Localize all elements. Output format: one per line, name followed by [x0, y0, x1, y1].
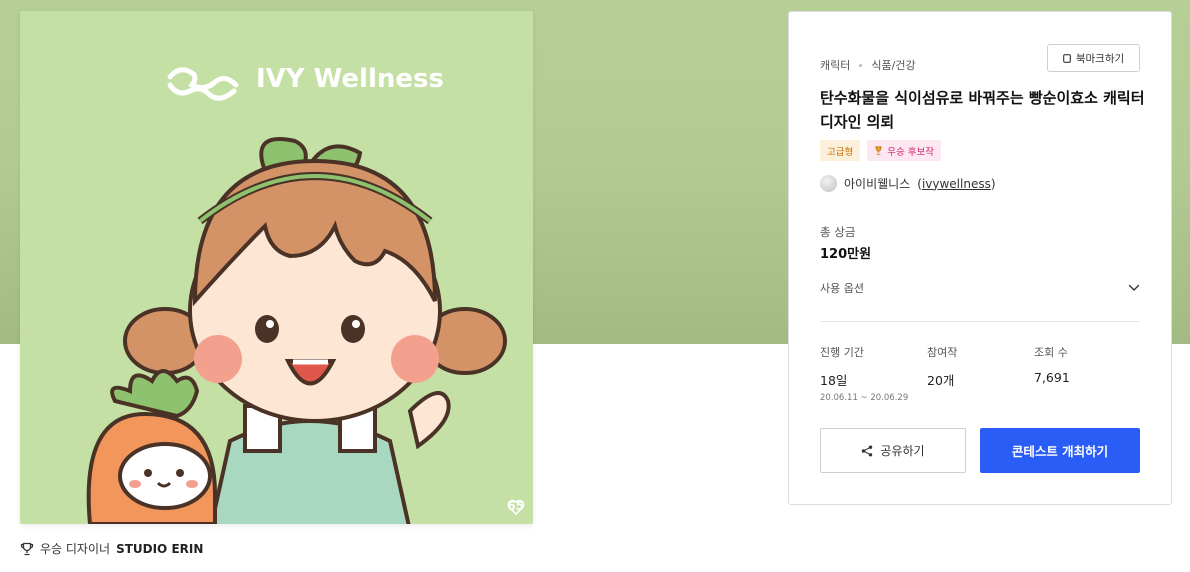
award-badge: 우승 후보작 [867, 140, 941, 161]
stat-views-value: 7,691 [1034, 370, 1070, 385]
bookmark-button[interactable]: 북마크하기 [1047, 44, 1140, 72]
owner-close-paren: ) [990, 176, 996, 191]
like-counter[interactable]: 65 [507, 499, 525, 515]
breadcrumb-separator [859, 63, 863, 67]
stat-entries-value: 20개 [927, 373, 955, 388]
award-badge-label: 우승 후보작 [887, 146, 934, 158]
share-icon [862, 445, 873, 456]
stat-views-label: 조회 수 [1034, 346, 1068, 359]
share-label: 공유하기 [880, 444, 925, 458]
contest-info-card: 캐릭터 식품/건강 북마크하기 탄수화물을 식이섬유로 바꿔주는 빵순이효소 캐… [788, 11, 1172, 505]
stat-period: 진행 기간 18일 20.06.11 ~ 20.06.29 [820, 344, 908, 403]
breadcrumb-category[interactable]: 캐릭터 [820, 57, 850, 73]
winner-name[interactable]: STUDIO ERIN [116, 542, 203, 556]
avatar [820, 175, 837, 192]
prize-label: 총 상금 [820, 225, 856, 239]
winner-label: 우승 디자이너 [40, 542, 111, 556]
usage-options-toggle[interactable]: 사용 옵션 [820, 279, 1140, 297]
logo-text: IVY Wellness [256, 64, 444, 94]
owner-handle[interactable]: ivywellness [922, 177, 991, 191]
character-illustration: IVY Wellness [86, 64, 507, 524]
host-contest-button[interactable]: 콘테스트 개최하기 [980, 428, 1140, 473]
stat-period-value: 18일 [820, 373, 848, 388]
stat-views: 조회 수 7,691 [1034, 344, 1070, 385]
usage-options-label: 사용 옵션 [820, 282, 864, 295]
trophy-icon [875, 146, 883, 155]
ivy-logo-mark [167, 67, 239, 101]
contest-title: 탄수화물을 식이섬유로 바꿔주는 빵순이효소 캐릭터 디자인 의뢰 [820, 89, 1145, 131]
divider [820, 321, 1140, 322]
stat-period-label: 진행 기간 [820, 346, 864, 359]
heart-icon [507, 499, 525, 515]
share-button[interactable]: 공유하기 [820, 428, 966, 473]
owner-handle-wrap: (ivywellness) [917, 177, 995, 191]
bookmark-label: 북마크하기 [1075, 52, 1125, 65]
chevron-down-icon [1128, 284, 1140, 291]
stat-entries: 참여작 20개 [927, 344, 957, 389]
prize-value: 120만원 [820, 247, 872, 262]
premium-badge: 고급형 [820, 140, 861, 161]
contest-owner[interactable]: 아이비웰니스 (ivywellness) [820, 175, 996, 192]
bookmark-icon [1062, 53, 1071, 63]
badge-group: 고급형 우승 후보작 [820, 140, 941, 161]
winner-designer: 우승 디자이너 STUDIO ERIN [20, 540, 203, 557]
trophy-icon [20, 542, 34, 555]
contest-artwork[interactable]: IVY Wellness 65 [20, 11, 533, 524]
stat-entries-label: 참여작 [927, 346, 958, 359]
owner-name: 아이비웰니스 [844, 177, 911, 191]
stat-period-range: 20.06.11 ~ 20.06.29 [820, 393, 909, 403]
breadcrumb-subcategory[interactable]: 식품/건강 [871, 57, 915, 73]
breadcrumb: 캐릭터 식품/건강 [820, 57, 916, 73]
